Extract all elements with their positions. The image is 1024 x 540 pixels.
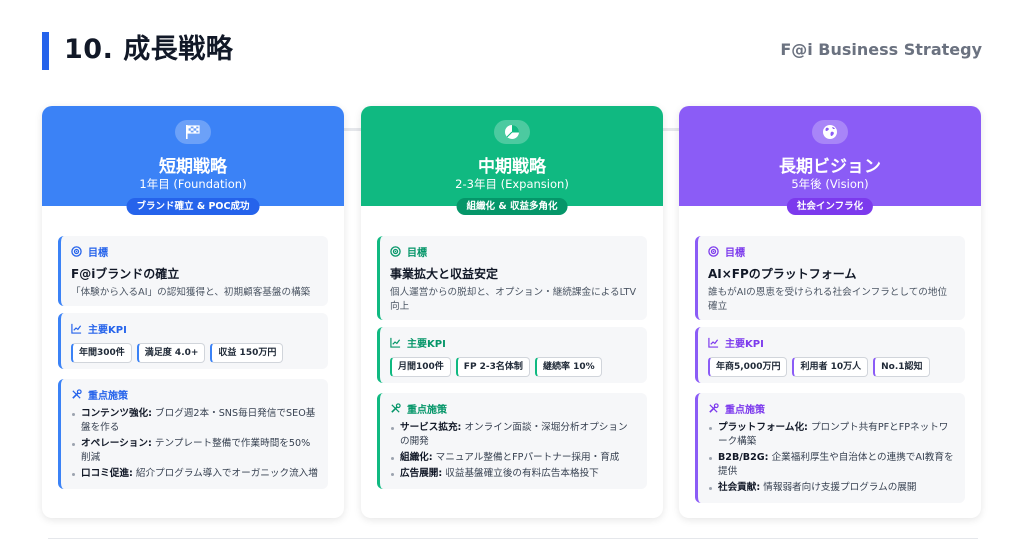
measures-list: コンテンツ強化: ブログ週2本・SNS毎日発信でSEO基盤を作る オペレーション… [71,407,318,481]
goal-label: 目標 [88,248,108,259]
chart-line-icon [390,337,401,348]
kpi-label: 主要KPI [88,325,127,336]
goal-description: 「体験から入るAI」の認知獲得と、初期顧客基盤の構築 [71,287,311,298]
list-item: オペレーション: テンプレート整備で作業時間を50%削減 [71,437,318,465]
kpi-chip: 月間100件 [390,357,451,377]
brand-label: F@i Business Strategy [780,40,982,59]
goal-title: 事業拡大と収益安定 [390,267,499,281]
measures-section: 重点施策 プラットフォーム化: プロンプト共有PFとFPネットワーク構築 B2B… [695,393,965,503]
tools-icon [391,403,401,413]
kpi-chip: No.1認知 [873,357,930,377]
card-header: 長期ビジョン 5年後 (Vision) [679,106,981,206]
goal-label: 目標 [725,248,745,259]
list-item: コンテンツ強化: ブログ週2本・SNS毎日発信でSEO基盤を作る [71,407,318,435]
page-title: 10. 成長戦略 [64,34,234,65]
list-item: 広告展開: 収益基盤確立後の有料広告本格投下 [390,467,637,481]
chart-line-icon [708,337,719,348]
list-item: 社会貢献: 情報弱者向け支援プログラムの展開 [708,481,955,495]
kpi-list: 年間300件 満足度 4.0+ 収益 150万円 [71,343,318,363]
globe-icon [812,120,848,144]
kpi-label: 主要KPI [725,339,764,350]
chart-line-icon [71,323,82,334]
header: 10. 成長戦略 F@i Business Strategy [42,30,982,70]
kpi-section: 主要KPI 月間100件 FP 2-3名体制 継続率 10% [377,327,647,383]
measures-label: 重点施策 [725,405,765,416]
goal-title: F@iブランドの確立 [71,267,180,281]
kpi-chip: 年間300件 [71,343,132,363]
measures-list: プラットフォーム化: プロンプト共有PFとFPネットワーク構築 B2B/B2G:… [708,421,955,495]
card-header: 中期戦略 2-3年目 (Expansion) [361,106,663,206]
list-item: 組織化: マニュアル整備とFPパートナー採用・育成 [390,451,637,465]
card-badge: 組織化 & 収益多角化 [456,198,568,215]
kpi-chip: FP 2-3名体制 [455,357,530,377]
kpi-list: 年商5,000万円 利用者 10万人 No.1認知 [708,357,955,377]
card-subtitle: 1年目 (Foundation) [139,177,247,191]
goal-description: 個人運営からの脱却と、オプション・継続課金によるLTV向上 [390,287,637,312]
card-title: 長期ビジョン [779,157,881,177]
card-subtitle: 2-3年目 (Expansion) [455,177,569,191]
kpi-chip: 満足度 4.0+ [136,343,206,363]
measures-label: 重点施策 [407,405,447,416]
goal-section: 目標 AI×FPのプラットフォーム 誰もがAIの恩恵を受けられる社会インフラとし… [695,236,965,320]
kpi-chip: 利用者 10万人 [792,357,869,377]
kpi-section: 主要KPI 年間300件 満足度 4.0+ 収益 150万円 [58,313,328,369]
card-header: 短期戦略 1年目 (Foundation) [42,106,344,206]
kpi-chip: 収益 150万円 [210,343,284,363]
measures-list: サービス拡充: オンライン面談・深堀分析オプションの開発 組織化: マニュアル整… [390,421,637,481]
checkered-flag-icon [175,120,211,144]
target-icon [71,246,82,257]
goal-label: 目標 [407,248,427,259]
target-icon [708,246,719,257]
goal-title: AI×FPのプラットフォーム [708,267,857,281]
kpi-section: 主要KPI 年商5,000万円 利用者 10万人 No.1認知 [695,327,965,383]
card-badge: ブランド確立 & POC成功 [126,198,260,215]
card-subtitle: 5年後 (Vision) [791,177,869,191]
goal-section: 目標 事業拡大と収益安定 個人運営からの脱却と、オプション・継続課金によるLTV… [377,236,647,320]
kpi-list: 月間100件 FP 2-3名体制 継続率 10% [390,357,637,377]
kpi-label: 主要KPI [407,339,446,350]
goal-section: 目標 F@iブランドの確立 「体験から入るAI」の認知獲得と、初期顧客基盤の構築 [58,236,328,306]
card-short-term: 短期戦略 1年目 (Foundation) ブランド確立 & POC成功 目標 … [42,106,344,518]
list-item: プラットフォーム化: プロンプト共有PFとFPネットワーク構築 [708,421,955,449]
card-title: 中期戦略 [478,157,546,177]
measures-section: 重点施策 サービス拡充: オンライン面談・深堀分析オプションの開発 組織化: マ… [377,393,647,489]
footer-divider [48,538,978,539]
kpi-chip: 継続率 10% [534,357,602,377]
target-icon [390,246,401,257]
card-badge: 社会インフラ化 [786,198,874,215]
list-item: サービス拡充: オンライン面談・深堀分析オプションの開発 [390,421,637,449]
tools-icon [709,403,719,413]
card-title: 短期戦略 [159,157,227,177]
list-item: 口コミ促進: 紹介プログラム導入でオーガニック流入増 [71,467,318,481]
goal-description: 誰もがAIの恩恵を受けられる社会インフラとしての地位確立 [708,287,948,312]
kpi-chip: 年商5,000万円 [708,357,788,377]
tools-icon [72,389,82,399]
measures-section: 重点施策 コンテンツ強化: ブログ週2本・SNS毎日発信でSEO基盤を作る オペ… [58,379,328,489]
card-long-term: 長期ビジョン 5年後 (Vision) 社会インフラ化 目標 AI×FPのプラッ… [679,106,981,518]
card-mid-term: 中期戦略 2-3年目 (Expansion) 組織化 & 収益多角化 目標 事業… [361,106,663,518]
title-accent-bar [42,32,49,70]
list-item: B2B/B2G: 企業福利厚生や自治体との連携でAI教育を提供 [708,451,955,479]
measures-label: 重点施策 [88,391,128,402]
pie-chart-icon [494,120,530,144]
